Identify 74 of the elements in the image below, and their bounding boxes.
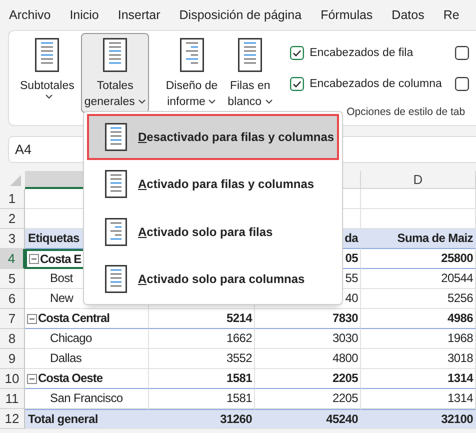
row-number[interactable]: 8 (0, 329, 25, 349)
table-cell-text: Costa E (40, 250, 82, 268)
menu-tab[interactable]: Disposición de página (179, 8, 302, 22)
column-header[interactable]: D (361, 171, 476, 189)
menu-tab[interactable]: Fórmulas (320, 8, 373, 22)
row-number[interactable]: 10 (0, 369, 25, 389)
table-cell: 3552 (149, 349, 255, 369)
page-lines-icon (103, 38, 128, 72)
table-cell: 3030 (255, 329, 361, 349)
row-number[interactable]: 4 (0, 249, 25, 269)
ribbon-button[interactable]: Diseño de informe (162, 33, 221, 113)
table-cell: Chicago (25, 329, 149, 349)
table-cell: Dallas (25, 349, 149, 369)
checkbox-label[interactable]: Encabezados de columna (310, 78, 442, 90)
menu-item[interactable]: Activado para filas y columnas (87, 161, 339, 208)
table-cell: 5256 (361, 289, 476, 309)
table-cell-text: Costa Oeste (38, 370, 103, 387)
table-cell: 1662 (149, 329, 255, 349)
table-cell: 31260 (149, 409, 255, 429)
table-cell: 1968 (361, 329, 476, 349)
menu-tab[interactable]: Datos (392, 8, 424, 22)
caret-icon (264, 99, 273, 104)
menu-tab[interactable]: Re (443, 8, 460, 22)
row-number[interactable]: 2 (0, 209, 25, 229)
page-lines-icon (105, 123, 127, 152)
table-cell: 45240 (255, 409, 361, 429)
ribbon-button[interactable]: Subtotales (17, 33, 78, 102)
checkbox[interactable] (454, 46, 469, 60)
table-cell: 2205 (255, 369, 361, 389)
ribbon-button[interactable]: Totales generales (81, 33, 149, 113)
page-lines-icon (105, 170, 127, 198)
caret-icon (208, 99, 216, 104)
name-box[interactable]: A4 (9, 137, 85, 162)
row-number[interactable]: 12 (0, 409, 25, 429)
group-label: Opciones de estilo de tab (346, 106, 466, 118)
menu-tab[interactable]: Archivo (9, 8, 51, 22)
row-number[interactable]: 5 (0, 269, 25, 289)
table-cell-text: Costa Central (38, 310, 110, 327)
row-number[interactable]: 7 (0, 309, 25, 329)
row-number[interactable]: 11 (0, 389, 25, 409)
table-cell: 4800 (255, 349, 361, 369)
collapse-icon (27, 374, 37, 384)
row-number[interactable]: 9 (0, 349, 25, 369)
checkbox[interactable] (454, 77, 469, 91)
checkbox-label[interactable]: Encabezados de fila (310, 47, 414, 59)
table-cell: 3018 (361, 349, 476, 369)
table-cell: 32100 (361, 409, 476, 429)
table-cell: 1581 (149, 369, 255, 389)
caret-icon (44, 94, 53, 99)
page-lines-icon (180, 38, 204, 72)
table-cell: 5214 (149, 309, 255, 329)
table-cell: 4986 (361, 309, 476, 329)
menu-tab[interactable]: Insertar (118, 8, 160, 22)
table-cell: 1314 (361, 369, 476, 389)
table-cell: Suma de Maiz (361, 229, 476, 249)
checkbox[interactable] (290, 77, 304, 91)
collapse-icon (27, 314, 37, 324)
page-lines-icon (35, 38, 60, 72)
menu-item[interactable]: Desactivado para filas y columnas (87, 114, 339, 160)
checkbox[interactable] (290, 46, 304, 60)
table-cell: 7830 (255, 309, 361, 329)
page-lines-icon (238, 38, 262, 72)
row-number[interactable]: 1 (0, 189, 25, 209)
row-number[interactable]: 3 (0, 229, 25, 249)
table-cell: 20544 (361, 269, 476, 289)
page-lines-icon (105, 264, 127, 293)
collapse-icon (29, 254, 39, 264)
menu-tab[interactable]: Inicio (70, 8, 99, 22)
page-lines-icon (105, 218, 127, 246)
ribbon-button[interactable]: Filas en blanco (224, 33, 276, 113)
row-number[interactable]: 6 (0, 289, 25, 309)
caret-icon (138, 99, 146, 104)
table-cell: 25800 (361, 249, 476, 269)
table-cell: Total general (25, 409, 149, 429)
